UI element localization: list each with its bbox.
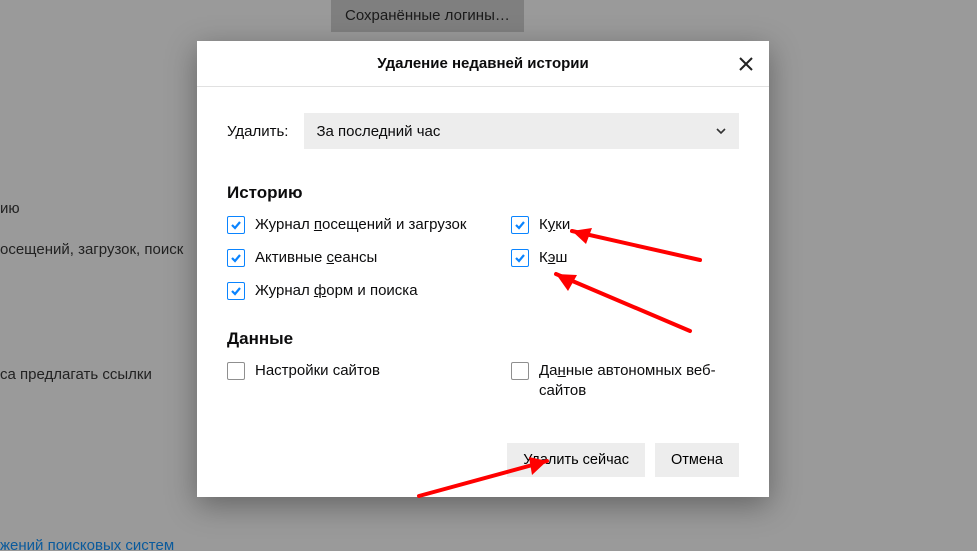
close-button[interactable]: [729, 47, 763, 81]
checkbox-box[interactable]: [227, 216, 245, 234]
bg-text-fragment: осещений, загрузок, поиск: [0, 241, 183, 258]
bg-text-fragment: са предлагать ссылки: [0, 366, 152, 383]
time-range-label: Удалить:: [227, 123, 288, 140]
bg-text-fragment: ию: [0, 200, 20, 217]
clear-history-dialog: Удаление недавней истории Удалить: За по…: [197, 41, 769, 497]
checkbox-active-logins[interactable]: Активные сеансы: [227, 248, 511, 268]
checkbox-box[interactable]: [511, 249, 529, 267]
checkbox-form-search[interactable]: Журнал форм и поиска: [227, 281, 511, 301]
clear-now-button[interactable]: Удалить сейчас: [507, 443, 645, 477]
close-icon: [739, 57, 753, 71]
checkbox-label: Журнал форм и поиска: [255, 281, 418, 301]
dialog-header: Удаление недавней истории: [197, 41, 769, 87]
section-data-heading: Данные: [227, 329, 739, 349]
checkbox-cache[interactable]: Кэш: [511, 248, 739, 268]
time-range-row: Удалить: За последний час: [227, 113, 739, 149]
checkbox-offline-data[interactable]: Данные автономных веб-сайтов: [511, 361, 739, 401]
checkbox-label: Куки: [539, 215, 570, 235]
checkbox-box[interactable]: [511, 216, 529, 234]
checkbox-box[interactable]: [227, 282, 245, 300]
dialog-title: Удаление недавней истории: [377, 55, 588, 72]
dialog-footer: Удалить сейчас Отмена: [507, 443, 739, 477]
checkbox-cookies[interactable]: Куки: [511, 215, 739, 235]
cancel-button[interactable]: Отмена: [655, 443, 739, 477]
chevron-down-icon: [715, 125, 727, 137]
checkbox-box[interactable]: [511, 362, 529, 380]
data-checkbox-grid: Настройки сайтов Данные автономных веб-с…: [227, 361, 739, 401]
checkbox-label: Данные автономных веб-сайтов: [539, 361, 739, 401]
checkbox-label: Кэш: [539, 248, 567, 268]
checkbox-label: Активные сеансы: [255, 248, 377, 268]
checkbox-label: Настройки сайтов: [255, 361, 380, 381]
checkbox-label: Журнал посещений и загрузок: [255, 215, 466, 235]
checkbox-box[interactable]: [227, 362, 245, 380]
saved-logins-button: Сохранённые логины…: [331, 0, 524, 32]
history-checkbox-grid: Журнал посещений и загрузок Куки Активны…: [227, 215, 739, 301]
time-range-select[interactable]: За последний час: [304, 113, 739, 149]
section-history-heading: Историю: [227, 183, 739, 203]
checkbox-box[interactable]: [227, 249, 245, 267]
checkbox-site-prefs[interactable]: Настройки сайтов: [227, 361, 511, 381]
time-range-value: За последний час: [316, 123, 440, 140]
bg-link-fragment: жений поисковых систем: [0, 537, 174, 551]
dialog-body: Удалить: За последний час Историю Журнал…: [197, 87, 769, 497]
checkbox-browsing-downloads[interactable]: Журнал посещений и загрузок: [227, 215, 511, 235]
